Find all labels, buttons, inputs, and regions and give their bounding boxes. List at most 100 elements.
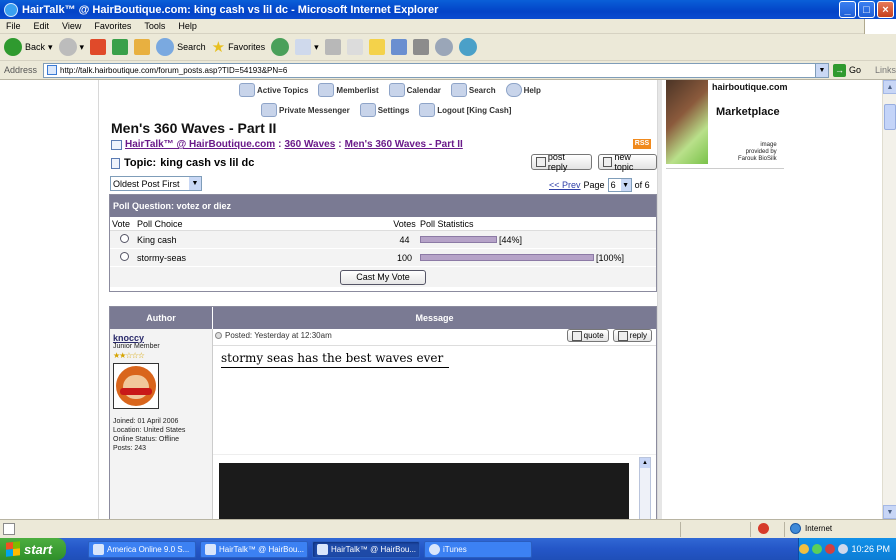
go-arrow-icon: →	[832, 63, 846, 77]
menu-tools[interactable]: Tools	[144, 21, 165, 31]
nav-settings-label: Settings	[377, 105, 410, 115]
poll-radio-stormy-seas[interactable]	[120, 252, 129, 261]
tray-icon[interactable]	[812, 544, 823, 554]
back-button[interactable]: Back ▾	[4, 38, 53, 56]
chevron-down-icon[interactable]: ▾	[80, 42, 85, 53]
nav-search[interactable]: Search	[450, 83, 496, 97]
chevron-up-icon[interactable]: ▲	[640, 458, 650, 468]
window-controls: _ □ ×	[839, 1, 894, 18]
history-button[interactable]	[271, 38, 290, 56]
nav-help[interactable]: Help	[505, 83, 541, 97]
notes-button[interactable]	[368, 39, 385, 55]
author-name-link[interactable]: knoccy	[113, 333, 209, 343]
ad-title: Marketplace	[716, 106, 780, 118]
post-reply-button[interactable]: post reply	[531, 152, 592, 172]
links-button[interactable]: Links	[875, 65, 896, 75]
tray-icon[interactable]	[799, 544, 810, 554]
messenger-button[interactable]	[434, 38, 453, 56]
nav-private-messenger-label: Private Messenger	[279, 105, 350, 115]
new-topic-button[interactable]: new topic	[597, 152, 657, 172]
taskbar-item-itunes[interactable]: iTunes	[424, 540, 532, 558]
msn-button[interactable]	[458, 38, 477, 56]
edit-button[interactable]	[346, 39, 363, 55]
breadcrumb-home[interactable]: HairTalk™ @ HairBoutique.com	[125, 139, 275, 150]
nav-settings[interactable]: Settings	[359, 103, 410, 117]
back-label: Back	[25, 42, 46, 52]
reply-button[interactable]: reply	[612, 329, 652, 342]
messenger-icon	[434, 38, 453, 56]
menu-view[interactable]: View	[62, 21, 81, 31]
taskbar-item-hairtalk-1[interactable]: HairTalk™ @ HairBou...	[200, 540, 308, 558]
chevron-down-icon[interactable]: ▾	[48, 42, 53, 53]
quote-button[interactable]: quote	[566, 329, 609, 342]
menu-help[interactable]: Help	[178, 21, 197, 31]
minimize-button[interactable]: _	[839, 1, 856, 18]
print-button[interactable]	[324, 39, 341, 55]
chevron-down-icon[interactable]: ▼	[620, 179, 631, 191]
tray-icon[interactable]	[838, 544, 849, 554]
maximize-button[interactable]: □	[858, 1, 875, 18]
nav-memberlist[interactable]: Memberlist	[318, 83, 379, 97]
image-scrollbar[interactable]: ▲	[639, 457, 651, 519]
forward-button[interactable]: ▾	[58, 38, 85, 56]
ie-icon	[205, 543, 216, 555]
chevron-down-icon[interactable]: ▾	[314, 42, 319, 53]
window-titlebar[interactable]: HairTalk™ @ HairBoutique.com: king cash …	[0, 0, 896, 19]
url-input[interactable]: http://talk.hairboutique.com/forum_posts…	[43, 62, 829, 78]
mail-button[interactable]: ▾	[295, 39, 319, 55]
zone-label: Internet	[805, 524, 833, 533]
nav-active-topics[interactable]: Active Topics	[239, 83, 308, 97]
msn-icon	[458, 38, 477, 56]
poll-radio-king-cash[interactable]	[120, 234, 129, 243]
research-button[interactable]	[390, 39, 407, 55]
refresh-button[interactable]	[112, 39, 129, 55]
taskbar-item-aol[interactable]: America Online 9.0 S...	[88, 540, 196, 558]
stop-button[interactable]	[90, 39, 107, 55]
nav-calendar[interactable]: Calendar	[388, 83, 441, 97]
author-joined: Joined: 01 April 2006	[113, 418, 179, 425]
tray-icon[interactable]	[825, 544, 836, 554]
nav-private-messenger[interactable]: Private Messenger	[261, 103, 350, 117]
taskbar-item-hairtalk-2[interactable]: HairTalk™ @ HairBou...	[312, 540, 420, 558]
itunes-icon	[429, 543, 440, 555]
search-button[interactable]: Search	[156, 38, 206, 56]
page-scrollbar[interactable]: ▲ ▼	[882, 80, 896, 519]
breadcrumb-category[interactable]: 360 Waves	[285, 139, 336, 150]
chevron-up-icon[interactable]: ▲	[883, 80, 896, 94]
system-tray: 10:26 PM	[798, 538, 896, 560]
divider	[213, 454, 656, 455]
scrollbar-thumb[interactable]	[884, 104, 896, 130]
browser-toolbar: Back ▾ ▾ Search ★ Favorites ▾	[0, 34, 896, 61]
rss-icon[interactable]: RSS	[633, 139, 651, 149]
menu-favorites[interactable]: Favorites	[94, 21, 131, 31]
prev-page-link[interactable]: << Prev	[549, 180, 581, 190]
media-button[interactable]	[412, 39, 429, 55]
ad-credit: image provided by Farouk BioSilk	[738, 142, 777, 163]
chevron-down-icon[interactable]: ▼	[189, 177, 201, 190]
page-select[interactable]: 6 ▼	[607, 178, 632, 192]
post-reply-label: post reply	[547, 152, 568, 172]
windows-taskbar: start America Online 9.0 S... HairTalk™ …	[0, 538, 896, 560]
edit-icon	[346, 39, 363, 55]
nav-logout[interactable]: Logout [King Cash]	[419, 103, 511, 117]
menu-edit[interactable]: Edit	[34, 21, 50, 31]
aol-icon	[93, 543, 104, 555]
menu-file[interactable]: File	[6, 21, 21, 31]
search-label: Search	[177, 42, 206, 52]
post-row: knoccy Junior Member ★★☆☆☆ Joined: 01 Ap…	[110, 329, 656, 519]
close-button[interactable]: ×	[877, 1, 894, 18]
start-button[interactable]: start	[0, 538, 66, 560]
go-button[interactable]: → Go	[832, 63, 861, 77]
chevron-down-icon[interactable]: ▼	[883, 505, 896, 519]
divider	[666, 168, 784, 169]
marketplace-ad[interactable]: hairboutique.com Marketplace image provi…	[666, 80, 788, 164]
cast-vote-button[interactable]: Cast My Vote	[340, 269, 426, 285]
home-button[interactable]	[134, 39, 151, 55]
favorites-button[interactable]: ★ Favorites	[212, 38, 265, 56]
post-message-panel: Posted: Yesterday at 12:30am quote reply	[213, 329, 656, 519]
clock[interactable]: 10:26 PM	[851, 544, 890, 554]
avatar[interactable]	[113, 363, 159, 409]
sort-order-select[interactable]: Oldest Post First ▼	[110, 176, 202, 191]
breadcrumb-forum[interactable]: Men's 360 Waves - Part II	[345, 139, 463, 150]
chevron-down-icon[interactable]: ▼	[814, 63, 828, 77]
